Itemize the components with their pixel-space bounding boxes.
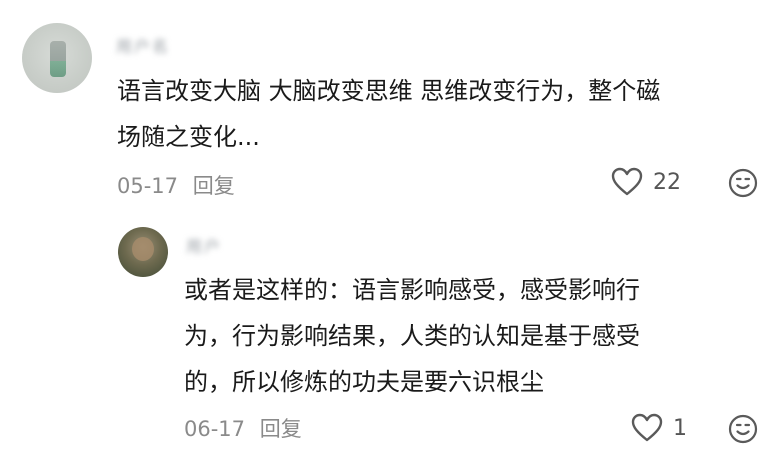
comment-date: 05-17 xyxy=(117,174,179,198)
reply-avatar[interactable] xyxy=(118,227,168,277)
reply-author-name[interactable]: 用户 xyxy=(186,233,222,257)
avatar-image xyxy=(50,41,66,77)
comment-author-name[interactable]: 用户名 xyxy=(116,33,170,57)
avatar-image xyxy=(132,237,154,261)
reply-text-line: 或者是这样的：语言影响感受，感受影响行 xyxy=(184,276,640,304)
reply-date: 06-17 xyxy=(184,417,246,441)
like-button[interactable]: 22 xyxy=(611,167,681,197)
heart-outline-icon xyxy=(611,167,643,197)
avatar[interactable] xyxy=(22,23,92,93)
comment-text-line: 场随之变化... xyxy=(117,123,260,151)
emoji-smile-icon[interactable] xyxy=(728,168,758,198)
reply-link[interactable]: 回复 xyxy=(260,417,302,441)
comment-meta: 05-17 回复 xyxy=(117,170,235,200)
reply-text-line: 的，所以修炼的功夫是要六识根尘 xyxy=(184,368,544,396)
emoji-smile-icon[interactable] xyxy=(728,414,758,444)
reply-link[interactable]: 回复 xyxy=(193,174,235,198)
like-count: 22 xyxy=(653,169,681,195)
like-count: 1 xyxy=(673,415,687,441)
comment-text-line: 语言改变大脑 大脑改变思维 思维改变行为，整个磁 xyxy=(117,77,661,105)
like-button[interactable]: 1 xyxy=(631,413,687,443)
heart-outline-icon xyxy=(631,413,663,443)
reply-meta: 06-17 回复 xyxy=(184,413,302,443)
reply-text-line: 为，行为影响结果，人类的认知是基于感受 xyxy=(184,322,640,350)
